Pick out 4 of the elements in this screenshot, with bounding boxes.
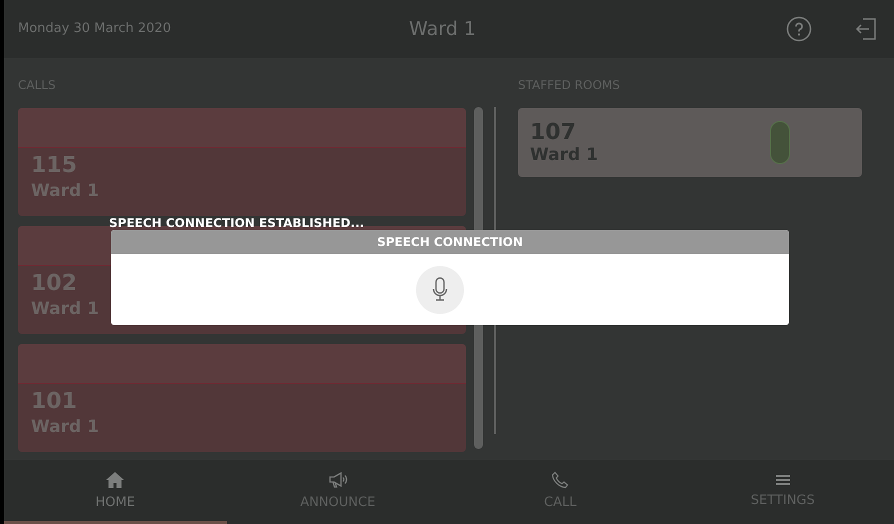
ward-title: Ward 1 bbox=[409, 16, 476, 42]
date-label: Monday 30 March 2020 bbox=[18, 20, 171, 38]
dialog-title: SPEECH CONNECTION bbox=[377, 234, 523, 251]
status-message: SPEECH CONNECTION ESTABLISHED... bbox=[109, 217, 364, 229]
